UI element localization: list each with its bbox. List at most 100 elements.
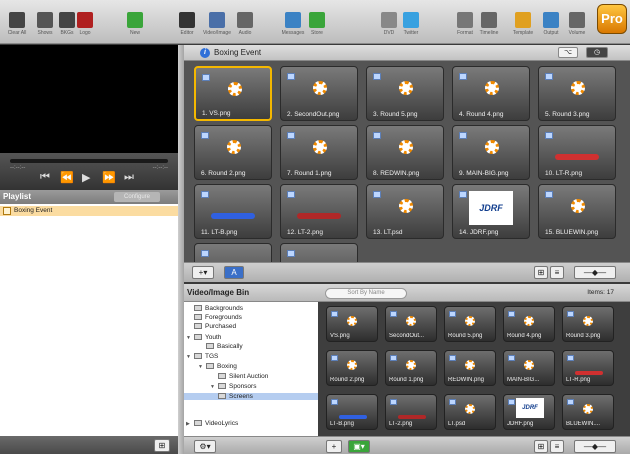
slide-thumbnail[interactable]: 10. LT-R.png (538, 125, 616, 180)
skip-forward-icon[interactable]: ⏭ (124, 171, 134, 184)
media-thumbnail[interactable]: BLUEWIN.... (562, 394, 614, 430)
file-type-icon (567, 355, 574, 361)
folder-tree-item[interactable]: Backgrounds (194, 305, 243, 312)
disclosure-triangle-icon[interactable]: ▼ (198, 364, 203, 370)
toolbar-editor-button[interactable]: Editor (170, 4, 204, 36)
slide-thumbnail[interactable]: 7. Round 1.png (280, 125, 358, 180)
media-thumbnail[interactable]: LT-2.png (385, 394, 437, 430)
boxing-logo-icon (313, 140, 327, 154)
slide-thumbnail[interactable]: 2. SecondOut.png (280, 66, 358, 121)
disclosure-triangle-icon[interactable]: ▼ (210, 384, 215, 390)
media-thumbnail[interactable]: SecondOut... (385, 306, 437, 342)
folder-tree-item[interactable]: Basically (206, 343, 243, 350)
folder-label: Basically (217, 343, 243, 350)
slide-thumbnail[interactable]: 4. Round 4.png (452, 66, 530, 121)
media-thumbnail[interactable]: REDWIN.png (444, 350, 496, 386)
folder-tree-item[interactable]: Foregrounds (194, 314, 242, 321)
toolbar-timeline-button[interactable]: Timeline (472, 4, 506, 36)
bin-grid-view-icon[interactable]: ⊞ (534, 440, 548, 453)
grid-view-icon[interactable]: ⊞ (534, 266, 548, 279)
slide-thumbnail[interactable]: 1. VS.png (194, 66, 272, 121)
slide-thumbnail[interactable]: 6. Round 2.png (194, 125, 272, 180)
text-tool-icon[interactable]: A (224, 266, 244, 279)
slide-thumbnail[interactable]: 8. REDWIN.png (366, 125, 444, 180)
toolbar-logo-button[interactable]: Logo (68, 4, 102, 36)
thumbnail-label: REDWIN.png (448, 377, 485, 383)
thumbnail-label: 7. Round 1.png (287, 170, 332, 177)
transport-controls: --:--:-- --:--:-- ⏮ ⏪ ▶ ⏩ ⏭ (0, 153, 178, 190)
thumbnail-label: Round 4.png (507, 333, 542, 339)
rewind-icon[interactable]: ⏪ (60, 171, 74, 184)
sort-dropdown[interactable]: Sort By Name (325, 288, 407, 299)
folder-icon (194, 353, 202, 359)
file-type-icon (201, 250, 209, 257)
add-slide-button[interactable]: +▾ (192, 266, 214, 279)
media-thumbnail[interactable]: Round 3.png (562, 306, 614, 342)
bin-zoom-slider[interactable]: —◆— (574, 440, 616, 453)
boxing-logo-icon (406, 360, 416, 370)
add-media-button[interactable]: + (326, 440, 342, 453)
media-thumbnail[interactable]: LT.psd (444, 394, 496, 430)
file-type-icon (287, 73, 295, 80)
thumbnail-label: JDRF.png (507, 421, 534, 427)
toolbar-twitter-button[interactable]: Twitter (394, 4, 428, 36)
thumbnail-label: 9. MAIN-BIG.png (459, 170, 509, 177)
toolbar-audio-button[interactable]: Audio (228, 4, 262, 36)
folder-tree-item[interactable]: Purchased (194, 323, 236, 330)
slide-thumbnail[interactable]: JDRF 14. JDRF.png (452, 184, 530, 239)
pro-badge[interactable]: Pro (597, 4, 627, 34)
zoom-slider[interactable]: —◆— (574, 266, 616, 279)
media-thumbnail[interactable]: LT-B.png (326, 394, 378, 430)
info-icon[interactable]: i (200, 48, 210, 58)
thumbnail-label: Round 5.png (448, 333, 483, 339)
media-thumbnail[interactable]: Round 2.png (326, 350, 378, 386)
folder-tree-item[interactable]: Silent Auction (218, 373, 268, 380)
slide-thumbnail[interactable]: 11. LT-B.png (194, 184, 272, 239)
media-thumbnail[interactable]: JDRF JDRF.png (503, 394, 555, 430)
slide-thumbnail[interactable]: 9. MAIN-BIG.png (452, 125, 530, 180)
boxing-logo-icon (347, 316, 357, 326)
timecode-right: --:--:-- (152, 165, 168, 171)
import-media-icon[interactable]: ▣▾ (348, 440, 370, 453)
playlist-item[interactable]: Boxing Event (0, 206, 178, 216)
file-type-icon (459, 73, 467, 80)
folder-tree-item[interactable]: TGS (194, 353, 218, 360)
folder-tree-item[interactable]: Boxing (206, 363, 237, 370)
bin-list-view-icon[interactable]: ≡ (550, 440, 564, 453)
play-icon[interactable]: ▶ (82, 171, 90, 184)
media-thumbnail[interactable]: LT-R.png (562, 350, 614, 386)
folder-tree-item[interactable]: Sponsors (218, 383, 256, 390)
slide-thumbnail[interactable]: 5. Round 3.png (538, 66, 616, 121)
media-thumbnail[interactable]: VS.png (326, 306, 378, 342)
media-thumbnail[interactable]: Round 4.png (503, 306, 555, 342)
settings-gear-icon[interactable]: ⚙▾ (194, 440, 216, 453)
disclosure-triangle-icon[interactable]: ▼ (186, 354, 191, 360)
folder-tree-item[interactable]: Youth (194, 334, 221, 341)
slide-thumbnail[interactable] (194, 243, 272, 262)
fast-forward-icon[interactable]: ⏩ (102, 171, 116, 184)
toolbar-new-button[interactable]: New (118, 4, 152, 36)
folder-label: Sponsors (229, 383, 257, 390)
media-thumbnail[interactable]: Round 5.png (444, 306, 496, 342)
folder-tree-item[interactable]: Screens (184, 393, 318, 400)
list-view-icon[interactable]: ≡ (550, 266, 564, 279)
slide-thumbnail[interactable]: 3. Round 5.png (366, 66, 444, 121)
disclosure-triangle-icon[interactable]: ▼ (186, 335, 191, 341)
configure-button[interactable]: Configure (114, 192, 160, 202)
boxing-logo-icon (406, 316, 416, 326)
toolbar-volume-button[interactable]: Volume (560, 4, 594, 36)
slide-thumbnail[interactable] (280, 243, 358, 262)
disclosure-triangle-icon[interactable]: ▶ (186, 421, 190, 427)
hierarchy-icon[interactable]: ⌥ (558, 47, 578, 58)
slide-thumbnail[interactable]: 15. BLUEWIN.png (538, 184, 616, 239)
folder-tree-item[interactable]: VideoLyrics (194, 420, 238, 427)
slide-thumbnail[interactable]: 13. LT.psd (366, 184, 444, 239)
toolbar-store-button[interactable]: Store (300, 4, 334, 36)
skip-back-icon[interactable]: ⏮ (40, 171, 50, 184)
playlist-grid-icon[interactable]: ⊞ (154, 439, 170, 452)
scrub-bar[interactable] (10, 159, 168, 163)
media-thumbnail[interactable]: Round 1.png (385, 350, 437, 386)
slide-thumbnail[interactable]: 12. LT-2.png (280, 184, 358, 239)
media-thumbnail[interactable]: MAIN-BIG... (503, 350, 555, 386)
clock-icon[interactable]: ◷ (586, 47, 608, 58)
